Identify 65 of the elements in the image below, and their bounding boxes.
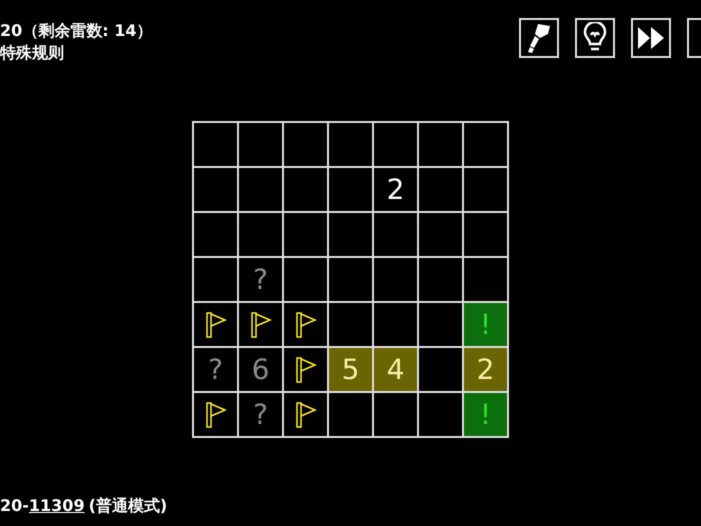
board-cell[interactable] <box>419 393 462 436</box>
board-cell[interactable]: ? <box>239 258 282 301</box>
board-cell[interactable]: ? <box>194 348 237 391</box>
board-cell[interactable] <box>464 123 507 166</box>
brush-button[interactable] <box>519 18 559 58</box>
flag-icon <box>294 400 316 428</box>
board-cell[interactable] <box>419 213 462 256</box>
board-cell[interactable] <box>329 303 372 346</box>
board-cell[interactable] <box>374 213 417 256</box>
board-cell[interactable] <box>194 123 237 166</box>
board-cell[interactable] <box>194 213 237 256</box>
board-cell[interactable] <box>194 393 237 436</box>
board-cell[interactable] <box>284 213 327 256</box>
flag-icon <box>294 310 316 338</box>
board-cell[interactable]: 2 <box>374 168 417 211</box>
board-cell[interactable] <box>419 348 462 391</box>
board-cell[interactable] <box>374 123 417 166</box>
board-cell[interactable] <box>329 258 372 301</box>
board-cell[interactable] <box>419 123 462 166</box>
board-cell[interactable] <box>329 213 372 256</box>
board-cell[interactable] <box>329 168 372 211</box>
board-cell[interactable] <box>284 123 327 166</box>
board-cell[interactable] <box>374 393 417 436</box>
bulb-button[interactable] <box>575 18 615 58</box>
board-cell[interactable]: ! <box>464 303 507 346</box>
flag-icon <box>204 310 226 338</box>
board-cell[interactable] <box>194 303 237 346</box>
board-cell[interactable] <box>194 258 237 301</box>
board-cell[interactable]: ? <box>239 393 282 436</box>
board-cell[interactable] <box>284 168 327 211</box>
board-cell[interactable] <box>419 258 462 301</box>
mode-label: (普通模式) <box>88 496 168 515</box>
board-cell[interactable] <box>464 213 507 256</box>
flag-icon <box>250 310 272 338</box>
board-cell[interactable]: 6 <box>239 348 282 391</box>
board-cell[interactable] <box>284 348 327 391</box>
board-cell[interactable] <box>284 303 327 346</box>
fast-forward-icon <box>637 26 665 50</box>
board-cell[interactable] <box>329 393 372 436</box>
board-cell[interactable] <box>329 123 372 166</box>
puzzle-id-link[interactable]: 11309 <box>28 496 85 515</box>
board-cell[interactable]: ! <box>464 393 507 436</box>
board-cell[interactable] <box>239 213 282 256</box>
brush-icon <box>526 22 552 54</box>
board-cell[interactable] <box>464 168 507 211</box>
puzzle-id-prefix: 20- <box>0 496 29 515</box>
fast-forward-button[interactable] <box>631 18 671 58</box>
board-cell[interactable] <box>284 393 327 436</box>
board-cell[interactable] <box>284 258 327 301</box>
board-cell[interactable]: 4 <box>374 348 417 391</box>
board-cell[interactable] <box>464 258 507 301</box>
flag-icon <box>204 400 226 428</box>
game-status: 20（剩余雷数: 14） <box>0 20 152 42</box>
board-cell[interactable] <box>239 123 282 166</box>
board-cell[interactable] <box>194 168 237 211</box>
flag-icon <box>294 356 316 384</box>
rule-label: 特殊规则 <box>0 42 65 64</box>
board-cell[interactable]: 2 <box>464 348 507 391</box>
board-cell[interactable] <box>419 303 462 346</box>
board-cell[interactable]: 5 <box>329 348 372 391</box>
board-cell[interactable] <box>374 303 417 346</box>
board-cell[interactable] <box>239 303 282 346</box>
board-cell[interactable] <box>419 168 462 211</box>
board-cell[interactable] <box>374 258 417 301</box>
board-cell[interactable] <box>239 168 282 211</box>
